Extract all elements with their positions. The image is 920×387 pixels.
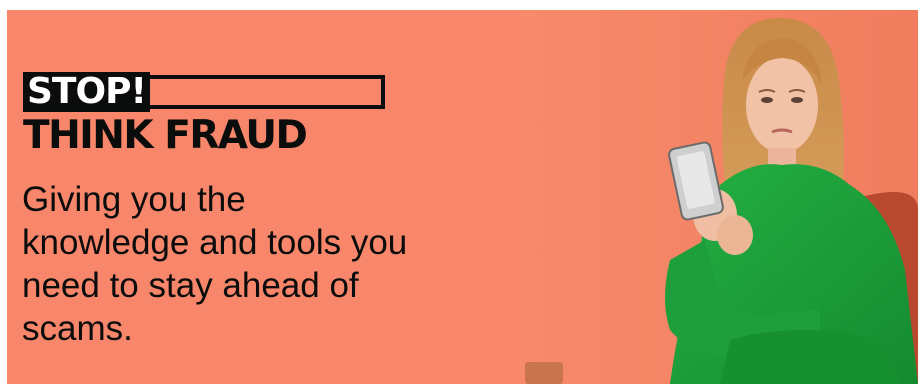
woman-looking-at-phone-photo [520, 10, 918, 384]
stop-think-fraud-logo: STOP! THINK FRAUD [23, 71, 385, 158]
tagline-line: Giving you the [22, 180, 246, 219]
stop-think-fraud-banner: STOP! THINK FRAUD Giving you the knowled… [7, 10, 918, 384]
tagline-line: knowledge and tools you [22, 223, 408, 262]
logo-stop-outline-box [149, 75, 385, 109]
tagline: Giving you the knowledge and tools you n… [22, 178, 502, 350]
tagline-line: need to stay ahead of [22, 266, 359, 305]
logo-stop-text: STOP! [23, 71, 150, 113]
tagline-line: scams. [22, 309, 133, 348]
logo-stop-row: STOP! [23, 71, 385, 113]
photo-illustration [520, 10, 918, 384]
logo-think-fraud-text: THINK FRAUD [23, 113, 308, 158]
